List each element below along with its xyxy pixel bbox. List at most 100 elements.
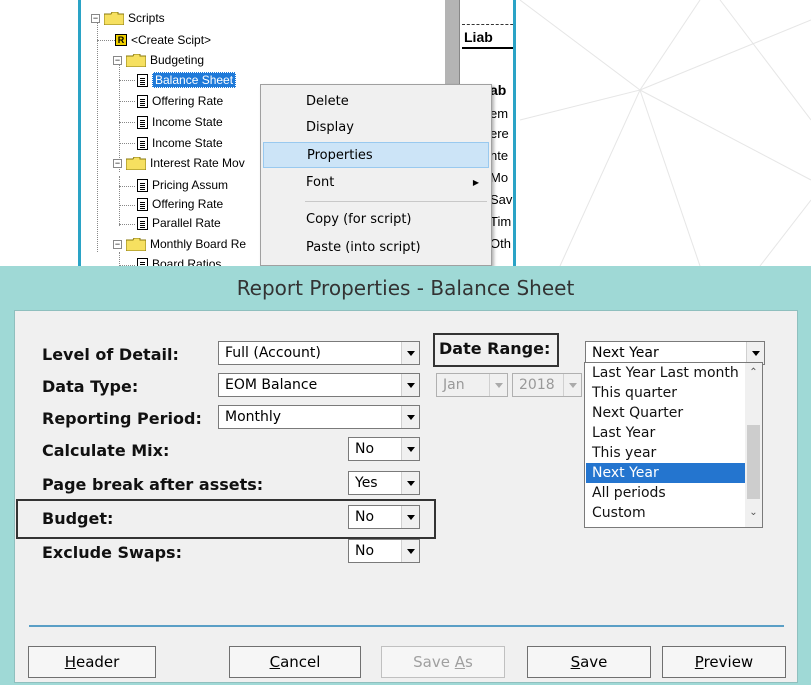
tree-item-label: Offering Rate (152, 94, 224, 108)
new-script-icon: R (115, 34, 127, 46)
chevron-down-icon[interactable] (401, 438, 419, 460)
dropdown-option-selected[interactable]: Next Year (586, 463, 746, 483)
dropdown-option[interactable]: Custom (586, 503, 746, 523)
chevron-down-icon[interactable] (401, 540, 419, 562)
select-value: Jan (443, 377, 465, 393)
tree-item-pricing[interactable]: Pricing Assum (137, 177, 228, 193)
folder-icon (126, 237, 146, 251)
select-value: Monthly (225, 409, 282, 425)
tree-item-balance-sheet[interactable]: Balance Sheet (137, 72, 237, 88)
menu-separator (305, 201, 487, 202)
collapse-icon[interactable]: − (113, 55, 122, 65)
tree-item-parallel-rate[interactable]: Parallel Rate (137, 215, 221, 231)
tree-item-scripts[interactable]: − Scripts (91, 10, 165, 26)
dropdown-option[interactable]: All periods (586, 483, 746, 503)
select-value: Full (Account) (225, 345, 321, 361)
tree-item-label: Parallel Rate (152, 216, 221, 230)
document-icon (137, 115, 148, 129)
document-icon (137, 216, 148, 230)
menu-item-copy[interactable]: Copy (for script) (263, 207, 489, 233)
tree-item-offering-rate[interactable]: Offering Rate (137, 93, 223, 109)
dropdown-option[interactable]: This quarter (586, 383, 746, 403)
calculate-mix-select[interactable]: No (348, 437, 420, 461)
folder-icon (126, 156, 146, 170)
folder-icon (104, 11, 124, 25)
chevron-down-icon[interactable] (401, 472, 419, 494)
dropdown-option[interactable]: Next Quarter (586, 403, 746, 423)
cancel-button[interactable]: Cancel (229, 646, 361, 678)
menu-item-paste[interactable]: Paste (into script) (263, 235, 489, 261)
tree-item-income-statement[interactable]: Income State (137, 114, 223, 130)
dropdown-option[interactable]: Last Year Last month (586, 363, 746, 383)
reporting-period-label: Reporting Period: (42, 409, 202, 428)
select-value: 2018 (519, 377, 555, 393)
collapse-icon[interactable]: − (113, 158, 122, 168)
document-icon (137, 94, 148, 108)
preview-fragment: em (490, 106, 509, 121)
dropdown-option[interactable]: Last Year (586, 423, 746, 443)
header-button[interactable]: Header (28, 646, 156, 678)
reporting-period-select[interactable]: Monthly (218, 405, 420, 429)
submenu-arrow-icon: ▶ (472, 178, 479, 187)
chevron-down-icon[interactable] (401, 506, 419, 528)
dropdown-scrollbar[interactable]: ⌃ ⌄ (745, 363, 762, 527)
chevron-down-icon[interactable] (401, 342, 419, 364)
tree-item-monthly-board[interactable]: − Monthly Board Re (113, 236, 246, 252)
preview-heading: Liab (462, 24, 513, 49)
calculate-mix-label: Calculate Mix: (42, 441, 170, 460)
scroll-down-icon[interactable]: ⌄ (745, 507, 762, 523)
document-icon (137, 73, 148, 87)
tree-item-label: Income State (152, 136, 223, 150)
chevron-down-icon (489, 374, 507, 396)
tree-item-create-script[interactable]: R <Create Scipt> (115, 32, 211, 48)
preview-button[interactable]: Preview (662, 646, 786, 678)
tree-item-interest-rate[interactable]: − Interest Rate Mov (113, 155, 245, 171)
level-of-detail-label: Level of Detail: (42, 345, 179, 364)
collapse-icon[interactable]: − (91, 13, 100, 23)
tree-item-offering-rate-2[interactable]: Offering Rate (137, 196, 223, 212)
menu-item-font[interactable]: Font ▶ (263, 170, 489, 196)
preview-fragment: nte (490, 148, 509, 163)
folder-icon (126, 53, 146, 67)
document-icon (137, 136, 148, 150)
select-value: No (355, 509, 375, 525)
menu-item-delete[interactable]: Delete (263, 89, 489, 115)
date-range-label: Date Range: (439, 339, 551, 358)
budget-select[interactable]: No (348, 505, 420, 529)
chevron-down-icon[interactable] (401, 406, 419, 428)
report-properties-dialog: Report Properties - Balance Sheet Level … (0, 266, 811, 685)
save-button[interactable]: Save (527, 646, 651, 678)
preview-fragment: Sav (490, 192, 513, 207)
save-as-button[interactable]: Save As (381, 646, 505, 678)
data-type-label: Data Type: (42, 377, 139, 396)
dropdown-option[interactable]: This year (586, 443, 746, 463)
preview-fragment: ere (490, 126, 509, 141)
data-type-select[interactable]: EOM Balance (218, 373, 420, 397)
menu-item-display[interactable]: Display (263, 115, 489, 141)
page-break-select[interactable]: Yes (348, 471, 420, 495)
tree-item-income-statement-2[interactable]: Income State (137, 135, 223, 151)
document-icon (137, 178, 148, 192)
menu-item-label: Font (306, 175, 335, 190)
date-range-dropdown-list[interactable]: Last Year Last month This quarter Next Q… (584, 362, 763, 528)
year-select[interactable]: 2018 (512, 373, 582, 397)
tree-item-label: Offering Rate (152, 197, 224, 211)
context-menu: Delete Display Properties Font ▶ Copy (f… (260, 84, 492, 266)
chevron-down-icon (563, 374, 581, 396)
scrollbar-thumb[interactable] (747, 425, 760, 499)
select-value: Next Year (592, 345, 659, 361)
tree-item-label: Scripts (128, 11, 165, 25)
select-value: No (355, 441, 375, 457)
collapse-icon[interactable]: − (113, 239, 122, 249)
tree-item-label: Monthly Board Re (150, 237, 247, 251)
exclude-swaps-label: Exclude Swaps: (42, 543, 182, 562)
chevron-down-icon[interactable] (746, 342, 764, 364)
level-of-detail-select[interactable]: Full (Account) (218, 341, 420, 365)
scroll-up-icon[interactable]: ⌃ (745, 367, 762, 383)
tree-item-budgeting[interactable]: − Budgeting (113, 52, 204, 68)
exclude-swaps-select[interactable]: No (348, 539, 420, 563)
chevron-down-icon[interactable] (401, 374, 419, 396)
dialog-title: Report Properties - Balance Sheet (236, 276, 575, 300)
month-select[interactable]: Jan (436, 373, 508, 397)
menu-item-properties[interactable]: Properties (263, 142, 489, 168)
